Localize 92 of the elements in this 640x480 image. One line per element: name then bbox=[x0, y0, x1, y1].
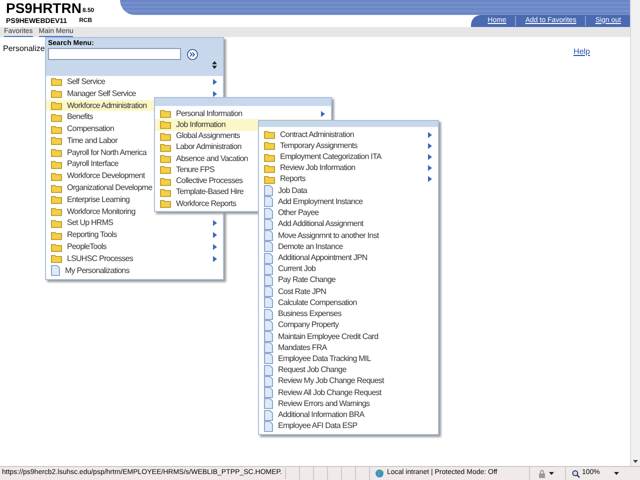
document-icon bbox=[264, 286, 273, 298]
menu-item[interactable]: Contract Administration bbox=[259, 129, 438, 140]
document-icon bbox=[264, 241, 273, 252]
folder-icon bbox=[160, 176, 171, 186]
menu-item[interactable]: Demote an Instance bbox=[259, 241, 438, 252]
document-icon bbox=[264, 376, 273, 387]
document-icon bbox=[264, 410, 273, 421]
menu-item[interactable]: Temporary Assignments bbox=[259, 140, 438, 152]
document-icon bbox=[264, 208, 273, 219]
folder-icon bbox=[51, 124, 62, 134]
personalize-link[interactable]: Personalize bbox=[3, 43, 45, 58]
document-icon bbox=[264, 420, 273, 432]
scroll-down-icon[interactable] bbox=[633, 460, 638, 463]
folder-icon bbox=[51, 136, 62, 146]
folder-icon bbox=[160, 154, 171, 164]
menu-item[interactable]: Company Property bbox=[259, 320, 438, 331]
folder-icon bbox=[51, 100, 62, 110]
document-icon bbox=[264, 297, 273, 308]
menu-item[interactable]: Additional Information BRA bbox=[259, 409, 438, 421]
menu-item[interactable]: Reporting Tools bbox=[46, 229, 223, 242]
menu-item[interactable]: Mandates FRA bbox=[259, 342, 438, 354]
document-icon bbox=[51, 265, 60, 276]
document-icon bbox=[264, 274, 273, 286]
folder-icon bbox=[264, 174, 275, 184]
app-title: PS9HRTRN bbox=[6, 1, 82, 15]
folder-icon bbox=[51, 148, 62, 158]
search-field[interactable] bbox=[48, 48, 181, 60]
menu-item[interactable]: PeopleTools bbox=[46, 241, 223, 253]
menu-item[interactable]: Review All Job Change Request bbox=[259, 387, 438, 398]
menu-item[interactable]: Request Job Change bbox=[259, 364, 438, 376]
folder-icon bbox=[160, 165, 171, 174]
menu-item[interactable]: Add Additional Assignment bbox=[259, 218, 438, 230]
folder-icon bbox=[51, 230, 62, 240]
menu-item[interactable]: Manager Self Service bbox=[46, 88, 223, 100]
menu-item[interactable]: My Personalizations bbox=[46, 264, 223, 277]
caret-down-icon[interactable] bbox=[614, 472, 619, 475]
menu-item[interactable]: Review My Job Change Request bbox=[259, 376, 438, 388]
document-icon bbox=[264, 230, 273, 242]
menu-item[interactable]: Employment Categorization ITA bbox=[259, 151, 438, 163]
document-icon bbox=[264, 308, 273, 320]
menu-item[interactable]: Set Up HRMS bbox=[46, 218, 223, 230]
folder-icon bbox=[264, 164, 275, 173]
menu-item[interactable]: LSUHSC Processes bbox=[46, 252, 223, 265]
menu-item[interactable]: Pay Rate Change bbox=[259, 274, 438, 286]
menu-item[interactable]: Additional Appointment JPN bbox=[259, 252, 438, 264]
folder-icon bbox=[51, 184, 62, 193]
menu-item[interactable]: Calculate Compensation bbox=[259, 297, 438, 308]
menu-item[interactable]: Reports bbox=[259, 174, 438, 186]
folder-icon bbox=[51, 254, 62, 264]
document-icon bbox=[264, 353, 273, 364]
folder-icon bbox=[51, 195, 62, 204]
folder-icon bbox=[160, 188, 171, 197]
menu-item[interactable]: Maintain Employee Credit Card bbox=[259, 330, 438, 342]
document-icon bbox=[264, 185, 273, 196]
menu-item[interactable]: Job Data bbox=[259, 185, 438, 196]
document-icon bbox=[264, 264, 273, 275]
document-icon bbox=[264, 342, 273, 354]
menu-item[interactable]: Employee AFI Data ESP bbox=[259, 420, 438, 432]
menu-item[interactable]: Employee Data Tracking MIL bbox=[259, 353, 438, 365]
document-icon bbox=[264, 398, 273, 410]
document-icon bbox=[264, 387, 273, 398]
document-icon bbox=[264, 364, 273, 376]
menu-item[interactable]: Self Service bbox=[46, 76, 223, 88]
menu-item[interactable]: Review Job Information bbox=[259, 162, 438, 174]
folder-icon bbox=[160, 120, 171, 130]
folder-icon bbox=[51, 160, 62, 169]
document-icon bbox=[264, 218, 273, 230]
folder-icon bbox=[264, 141, 275, 150]
folder-icon bbox=[160, 142, 171, 152]
folder-icon bbox=[51, 172, 62, 181]
menu-item[interactable]: Move Assignmnt to another Inst bbox=[259, 230, 438, 242]
sort-icon[interactable] bbox=[212, 61, 217, 69]
menu-item[interactable]: Current Job bbox=[259, 264, 438, 275]
menu-item[interactable]: Add Employment Instance bbox=[259, 196, 438, 208]
menu-item[interactable]: Cost Rate JPN bbox=[259, 286, 438, 298]
folder-icon bbox=[51, 242, 62, 252]
document-icon bbox=[264, 252, 273, 264]
folder-icon bbox=[264, 152, 275, 162]
menu-item[interactable]: Business Expenses bbox=[259, 308, 438, 320]
document-icon bbox=[264, 331, 273, 342]
globe-icon bbox=[375, 469, 384, 478]
folder-icon bbox=[51, 207, 62, 216]
menu-item[interactable]: Review Errors and Warnings bbox=[259, 398, 438, 410]
folder-icon bbox=[160, 199, 171, 208]
go-icon[interactable] bbox=[187, 48, 198, 60]
caret-down-icon[interactable] bbox=[549, 472, 554, 475]
zoom-icon[interactable] bbox=[572, 470, 580, 478]
document-icon bbox=[264, 320, 273, 331]
document-icon bbox=[264, 196, 273, 208]
help-link[interactable]: Help bbox=[574, 46, 590, 58]
menu-item[interactable]: Other Payee bbox=[259, 208, 438, 219]
folder-icon bbox=[51, 218, 62, 228]
